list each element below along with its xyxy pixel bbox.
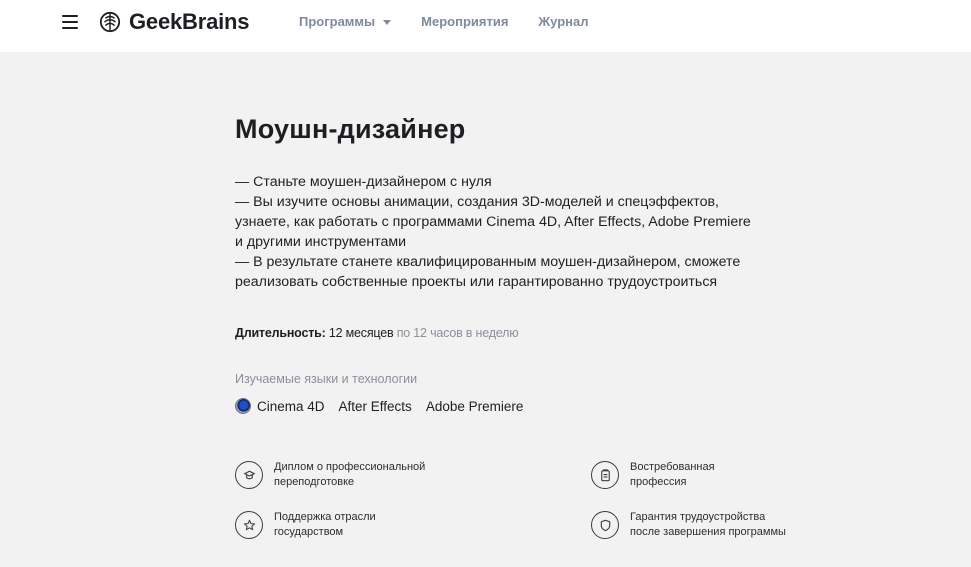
feature-state-support: Поддержка отрасли государством xyxy=(235,510,495,540)
feature-employment-guarantee: Гарантия трудоустройства после завершени… xyxy=(591,510,851,540)
menu-burger-icon[interactable] xyxy=(62,15,78,29)
feature-text: Востребованная профессия xyxy=(630,460,830,490)
graduation-icon xyxy=(235,461,263,489)
nav-journal-label: Журнал xyxy=(538,14,589,29)
cinema4d-icon xyxy=(235,398,251,414)
feature-line: Поддержка отрасли xyxy=(274,511,376,523)
feature-line: государством xyxy=(274,526,344,538)
shield-icon xyxy=(591,511,619,539)
description-line: — Вы изучите основы анимации, создания 3… xyxy=(235,194,751,250)
tech-title: Изучаемые языки и технологии xyxy=(235,372,418,386)
course-duration: Длительность: 12 месяцев по 12 часов в н… xyxy=(235,326,519,340)
description-line: — Станьте моушен-дизайнером с нуля xyxy=(235,174,492,190)
course-description: — Станьте моушен-дизайнером с нуля — Вы … xyxy=(235,172,755,292)
clipboard-icon xyxy=(591,461,619,489)
feature-diploma: Диплом о профессиональной переподготовке xyxy=(235,460,495,490)
feature-text: Диплом о профессиональной переподготовке xyxy=(274,460,474,490)
page-title: Моушн-дизайнер xyxy=(235,114,466,144)
feature-line: Диплом о профессиональной xyxy=(274,461,426,473)
feature-demanded: Востребованная профессия xyxy=(591,460,851,490)
feature-line: переподготовке xyxy=(274,476,355,488)
duration-label: Длительность: xyxy=(235,326,326,340)
nav-programs[interactable]: Программы xyxy=(299,14,392,29)
duration-value: 12 месяцев xyxy=(328,326,394,340)
tech-item-label: Cinema 4D xyxy=(257,398,325,414)
feature-line: после завершения программы xyxy=(630,526,786,538)
nav-events[interactable]: Мероприятия xyxy=(421,14,508,29)
chevron-down-icon xyxy=(383,20,392,25)
nav-journal[interactable]: Журнал xyxy=(538,14,588,29)
nav-events-label: Мероприятия xyxy=(421,14,509,29)
feature-text: Поддержка отрасли государством xyxy=(274,510,474,540)
top-navigation-bar: GeekBrains Программы Мероприятия Журнал xyxy=(0,0,971,52)
logo-text: GeekBrains xyxy=(129,9,250,34)
tech-item-cinema4d: Cinema 4D xyxy=(235,398,325,414)
star-icon xyxy=(235,511,263,539)
description-line: — В результате станете квалифицированным… xyxy=(235,254,741,290)
feature-line: профессия xyxy=(630,476,687,488)
duration-extra: по 12 часов в неделю xyxy=(396,326,519,340)
tech-item-label: After Effects xyxy=(338,398,412,414)
geekbrains-logo-icon xyxy=(99,11,121,33)
tech-item-after-effects: After Effects xyxy=(339,399,412,414)
nav-programs-label: Программы xyxy=(299,14,376,29)
feature-line: Гарантия трудоустройства xyxy=(630,511,766,523)
tech-item-label: Adobe Premiere xyxy=(425,398,524,414)
feature-line: Востребованная xyxy=(630,461,715,473)
tech-list: Cinema 4D After Effects Adobe Premiere xyxy=(235,398,523,414)
tech-item-adobe-premiere: Adobe Premiere xyxy=(426,399,524,414)
logo[interactable]: GeekBrains xyxy=(99,9,250,34)
main-nav: Программы Мероприятия Журнал xyxy=(299,14,589,29)
feature-text: Гарантия трудоустройства после завершени… xyxy=(630,510,830,540)
